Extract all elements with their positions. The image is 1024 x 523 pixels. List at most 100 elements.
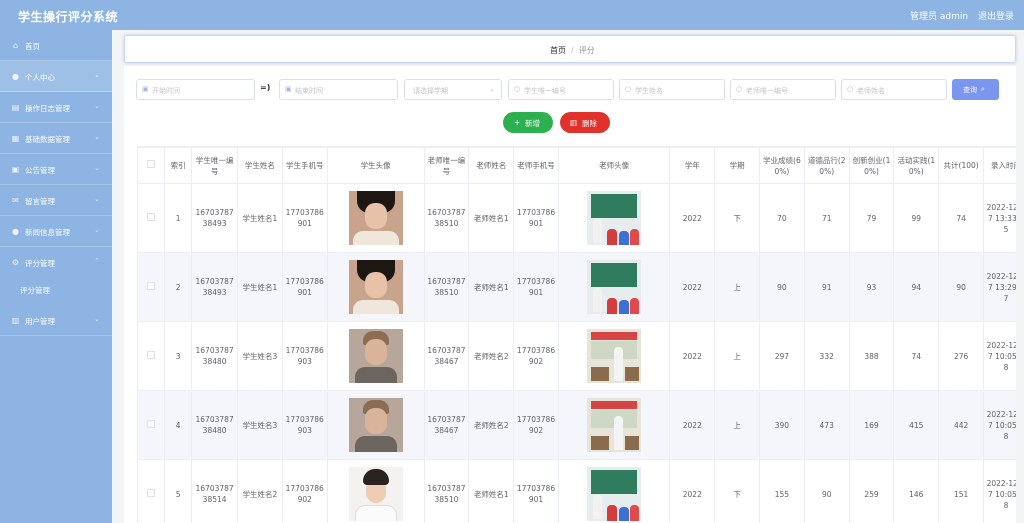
row-checkbox[interactable] (137, 321, 166, 391)
sidebar-item-label: 个人中心 (25, 73, 55, 82)
teacher-avatar-image[interactable] (587, 329, 642, 383)
message-icon: ✉ (12, 196, 19, 205)
teacher-no-input[interactable]: ○ 老师唯一编号 (730, 79, 836, 100)
row-checkbox[interactable] (137, 390, 166, 460)
teacher-name-input[interactable]: ○ 老师姓名 (841, 79, 947, 100)
column-header: 道德品行(20%) (803, 147, 850, 184)
main-panel: ▣ 开始时间 =) ▣ 结束时间 请选择学期 ⌄ ○ 学生唯一编号 ○ 学生姓名… (124, 66, 1016, 523)
cell-teacher-no: 1670378738510 (423, 252, 470, 322)
student-name-placeholder: 学生姓名 (635, 87, 663, 95)
column-header: 学生姓名 (237, 147, 283, 184)
teacher-avatar-image[interactable] (587, 260, 642, 314)
cell-student-name: 学生姓名1 (237, 252, 283, 322)
student-no-input[interactable]: ○ 学生唯一编号 (508, 79, 614, 100)
teacher-avatar-image[interactable] (587, 191, 642, 245)
row-checkbox[interactable] (137, 183, 166, 253)
cell-student-phone: 17703786903 (281, 321, 328, 391)
cell-student-no: 1670378738480 (191, 321, 239, 391)
semester-select[interactable]: 请选择学期 ⌄ (404, 79, 502, 100)
cell-index: 2 (164, 252, 193, 322)
table-row[interactable]: 4 1670378738480 学生姓名3 17703786903 167037… (137, 390, 1016, 460)
column-header: 学业成绩(60%) (759, 147, 805, 184)
add-button[interactable]: + 新增 (503, 112, 553, 133)
cell-moral: 90 (803, 459, 850, 523)
table-row[interactable]: 5 1670378738514 学生姓名2 17703786902 167037… (137, 459, 1016, 523)
cell-academic: 70 (759, 183, 805, 253)
cell-academic: 90 (759, 252, 805, 322)
sidebar-item-users[interactable]: ▥ 用户管理 ⌄ (0, 305, 112, 336)
delete-button[interactable]: ▥ 删除 (560, 112, 610, 133)
student-avatar-image[interactable] (348, 191, 403, 245)
sidebar-item-base-data[interactable]: ▦ 基础数据管理 ⌄ (0, 123, 112, 154)
cell-time: 2022-12-07 10:05:38 (983, 390, 1016, 460)
cell-time: 2022-12-07 13:29:57 (983, 252, 1016, 322)
cell-teacher-avatar (557, 390, 671, 460)
column-header: 索引 (164, 147, 193, 184)
cell-teacher-name: 老师姓名2 (468, 321, 515, 391)
row-checkbox[interactable] (137, 252, 166, 322)
column-header: 学生手机号 (281, 147, 328, 184)
column-header: 共计(100) (938, 147, 984, 184)
cell-year: 2022 (669, 390, 716, 460)
delete-button-label: 删除 (582, 119, 597, 128)
cell-teacher-no: 1670378738510 (423, 459, 470, 523)
teacher-avatar-image[interactable] (587, 467, 642, 521)
column-header: 活动实践(10%) (893, 147, 940, 184)
cell-term: 下 (714, 459, 761, 523)
cell-activity: 99 (893, 183, 940, 253)
user-icon: ● (12, 72, 19, 81)
student-avatar-image[interactable] (348, 467, 403, 521)
table-row[interactable]: 1 1670378738493 学生姓名1 17703786901 167037… (137, 183, 1016, 253)
column-header: 学期 (714, 147, 761, 184)
student-avatar-image[interactable] (348, 329, 403, 383)
end-time-input[interactable]: ▣ 结束时间 (279, 79, 398, 100)
cell-student-name: 学生姓名1 (237, 183, 283, 253)
start-time-input[interactable]: ▣ 开始时间 (136, 79, 255, 100)
cell-student-name: 学生姓名3 (237, 321, 283, 391)
row-checkbox[interactable] (137, 459, 166, 523)
chevron-down-icon: ⌄ (489, 85, 495, 93)
select-all-checkbox[interactable] (137, 147, 166, 184)
breadcrumb: 首页 / 评分 (124, 35, 1016, 63)
sidebar-item-logs[interactable]: ▤ 操作日志管理 ⌄ (0, 92, 112, 123)
range-separator: =) (260, 83, 271, 92)
sidebar-item-label: 公告管理 (25, 166, 55, 175)
table-row[interactable]: 3 1670378738480 学生姓名3 17703786903 167037… (137, 321, 1016, 391)
cell-total: 276 (938, 321, 984, 391)
chevron-down-icon: ⌄ (94, 133, 100, 141)
cell-time: 2022-12-07 10:05:38 (983, 321, 1016, 391)
sidebar-item-messages[interactable]: ✉ 留言管理 ⌄ (0, 185, 112, 216)
cell-innovation: 388 (848, 321, 895, 391)
trash-icon: ▥ (570, 118, 578, 127)
query-button[interactable]: 查询 ⌕ (952, 79, 999, 100)
top-bar: 学生操行评分系统 管理员 admin 退出登录 (0, 0, 1024, 30)
cell-teacher-phone: 17703786901 (513, 252, 559, 322)
cell-index: 3 (164, 321, 193, 391)
cell-student-no: 1670378738514 (191, 459, 239, 523)
cell-term: 上 (714, 252, 761, 322)
cell-index: 4 (164, 390, 193, 460)
cell-moral: 332 (803, 321, 850, 391)
score-table: 索引 学生唯一编号 学生姓名 学生手机号 学生头像 老师唯一编号 老师姓名 老师… (137, 146, 1016, 523)
cell-moral: 71 (803, 183, 850, 253)
logout-link[interactable]: 退出登录 (978, 9, 1014, 22)
student-avatar-image[interactable] (348, 398, 403, 452)
breadcrumb-home[interactable]: 首页 (550, 46, 566, 55)
column-header: 创新创业(10%) (848, 147, 895, 184)
cell-term: 上 (714, 321, 761, 391)
teacher-avatar-image[interactable] (587, 398, 642, 452)
cell-teacher-avatar (557, 183, 671, 253)
sidebar-item-label: 新闻信息管理 (25, 228, 70, 237)
table-row[interactable]: 2 1670378738493 学生姓名1 17703786901 167037… (137, 252, 1016, 322)
cell-student-phone: 17703786901 (281, 183, 328, 253)
submenu-item-scoring[interactable]: 评分管理 (0, 274, 112, 304)
column-header: 学年 (669, 147, 716, 184)
student-name-input[interactable]: ○ 学生姓名 (619, 79, 725, 100)
sidebar-item-notice[interactable]: ▣ 公告管理 ⌄ (0, 154, 112, 185)
sidebar-item-news[interactable]: ● 新闻信息管理 ⌄ (0, 216, 112, 247)
chevron-down-icon: ⌄ (94, 315, 100, 323)
data-icon: ▦ (11, 134, 20, 143)
student-avatar-image[interactable] (348, 260, 403, 314)
sidebar-item-home[interactable]: ⌂ 首页 (0, 30, 112, 61)
sidebar-item-profile[interactable]: ● 个人中心 ⌄ (0, 61, 112, 92)
